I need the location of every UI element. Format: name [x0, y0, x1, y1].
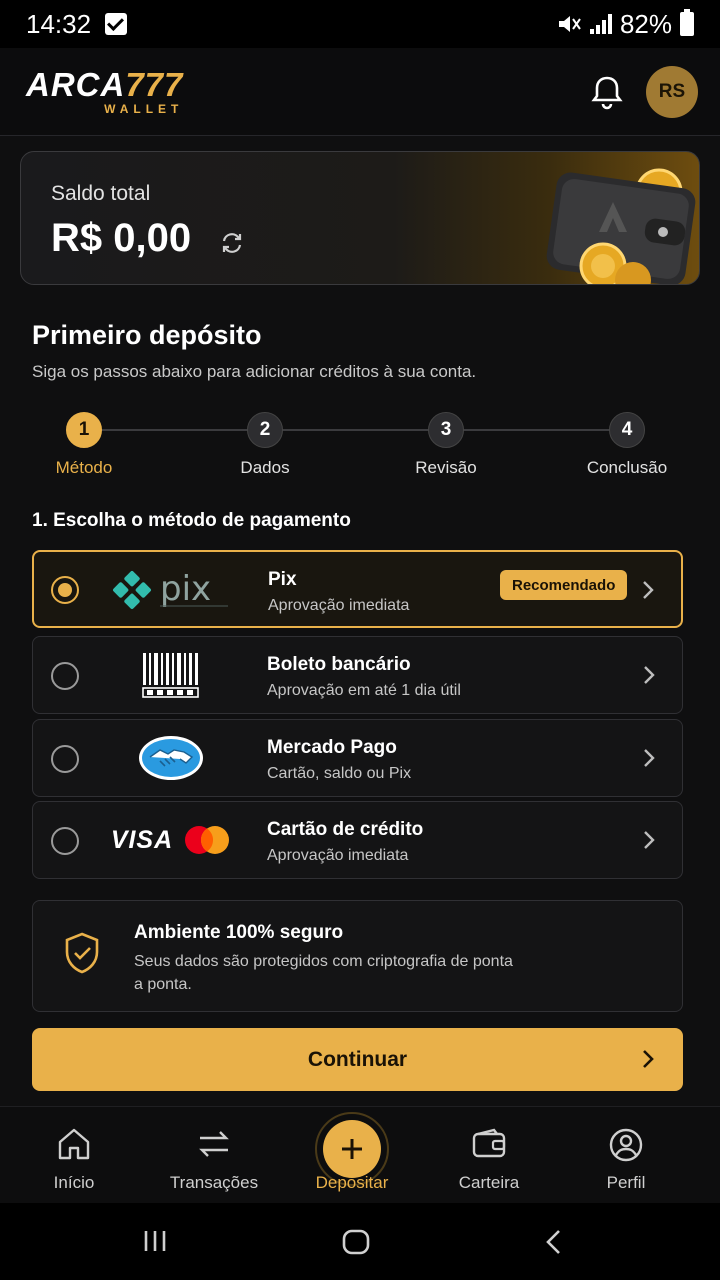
radio-unselected[interactable] [51, 827, 79, 855]
radio-unselected[interactable] [51, 745, 79, 773]
page-title: Primeiro depósito [32, 320, 262, 350]
system-navigation [0, 1203, 720, 1280]
method-description: Aprovação imediata [267, 847, 409, 864]
payment-method-credit-card[interactable]: VISA Cartão de crédito Aprovação imediat… [32, 801, 683, 879]
user-icon [609, 1128, 643, 1162]
mute-icon [558, 16, 581, 32]
checkbox-notification-icon [105, 13, 128, 35]
nav-label: Carteira [458, 1173, 520, 1192]
security-text: Seus dados são protegidos com criptograf… [134, 953, 513, 993]
method-name: Pix [268, 569, 297, 590]
signal-icon [589, 14, 612, 34]
shield-check-icon [65, 932, 99, 974]
step-label: Método [55, 458, 113, 477]
step-metodo: 1 Método [24, 412, 144, 478]
step-number: 4 [609, 412, 645, 448]
bell-icon[interactable] [590, 74, 624, 110]
logo-text-gold: 777 [125, 66, 184, 103]
svg-text:pix: pix [160, 569, 211, 609]
transfer-icon [199, 1131, 229, 1157]
chevron-right-icon [643, 1050, 654, 1068]
nav-label: Perfil [606, 1173, 646, 1192]
brand-logo[interactable]: ARCA777 WALLET [26, 68, 183, 115]
nav-carteira[interactable]: Carteira [419, 1107, 559, 1204]
page-subtitle: Siga os passos abaixo para adicionar cré… [32, 362, 477, 381]
mercado-pago-logo [109, 729, 233, 787]
payment-heading: 1. Escolha o método de pagamento [32, 510, 351, 531]
avatar[interactable]: RS [646, 65, 698, 118]
nav-label: Depositar [315, 1173, 389, 1192]
method-description: Cartão, saldo ou Pix [267, 765, 412, 782]
battery-level: 82% [619, 8, 672, 39]
recommended-badge: Recomendado [500, 570, 628, 600]
barcode-icon [109, 646, 233, 704]
method-name: Mercado Pago [267, 737, 397, 758]
nav-inicio[interactable]: Início [4, 1107, 144, 1204]
home-icon [58, 1128, 90, 1160]
step-label: Conclusão [586, 458, 668, 477]
nav-transacoes[interactable]: Transações [144, 1107, 284, 1204]
visa-logo: VISA [110, 825, 174, 854]
method-description: Aprovação em até 1 dia útil [267, 682, 461, 699]
payment-method-pix[interactable]: pix Pix Aprovação imediata Recomendado [32, 550, 683, 628]
radio-unselected[interactable] [51, 662, 79, 690]
balance-value: R$ 0,00 [51, 216, 192, 260]
nav-label: Início [53, 1173, 95, 1192]
status-bar: 14:32 82% [0, 0, 720, 48]
nav-perfil[interactable]: Perfil [556, 1107, 696, 1204]
mastercard-logo [185, 826, 230, 854]
plus-icon [342, 1139, 362, 1159]
step-number: 1 [66, 412, 102, 448]
balance-card: Saldo total R$ 0,00 [20, 151, 700, 285]
wallet-illustration [546, 168, 696, 284]
step-revisao: 3 Revisão [386, 412, 506, 478]
app-header: ARCA777 WALLET RS [0, 48, 720, 136]
clock: 14:32 [26, 8, 92, 39]
method-description: Aprovação imediata [268, 597, 410, 614]
back-icon[interactable] [544, 1229, 564, 1260]
visa-mastercard-logo: VISA [109, 811, 233, 869]
pix-logo: pix [110, 561, 234, 619]
battery-icon [680, 9, 694, 36]
step-dados: 2 Dados [205, 412, 325, 478]
method-name: Boleto bancário [267, 654, 411, 675]
chevron-right-icon [643, 581, 654, 599]
payment-method-boleto[interactable]: Boleto bancário Aprovação em até 1 dia ú… [32, 636, 683, 714]
home-button-icon[interactable] [342, 1229, 370, 1260]
app-screen: ARCA777 WALLET RS Saldo total R$ 0,00 Pr… [0, 48, 720, 1203]
continue-label: Continuar [307, 1047, 408, 1071]
bottom-nav: Início Transações Depositar Carteira Per… [0, 1106, 720, 1203]
stepper: 1 Método 2 Dados 3 Revisão 4 Conclusão [0, 412, 720, 482]
nav-label: Transações [169, 1173, 259, 1192]
chevron-right-icon [644, 666, 655, 684]
nav-depositar[interactable]: Depositar [282, 1107, 422, 1204]
chevron-right-icon [644, 749, 655, 767]
security-title: Ambiente 100% seguro [134, 922, 344, 943]
step-label: Revisão [415, 458, 477, 477]
balance-label: Saldo total [51, 182, 151, 205]
payment-method-mercado-pago[interactable]: Mercado Pago Cartão, saldo ou Pix [32, 719, 683, 797]
step-number: 2 [247, 412, 283, 448]
chevron-right-icon [644, 831, 655, 849]
radio-selected[interactable] [51, 576, 79, 604]
security-notice: Ambiente 100% seguro Seus dados são prot… [32, 900, 683, 1012]
refresh-icon[interactable] [220, 231, 244, 255]
step-number: 3 [428, 412, 464, 448]
step-label: Dados [240, 458, 290, 477]
step-conclusao: 4 Conclusão [567, 412, 687, 478]
logo-subtitle: WALLET [104, 102, 184, 116]
stepper-line [84, 429, 626, 431]
logo-text-white: ARCA [26, 66, 126, 103]
method-name: Cartão de crédito [267, 819, 424, 840]
wallet-icon [472, 1128, 506, 1158]
recent-apps-icon[interactable] [142, 1229, 168, 1258]
continue-button[interactable]: Continuar [32, 1028, 683, 1091]
